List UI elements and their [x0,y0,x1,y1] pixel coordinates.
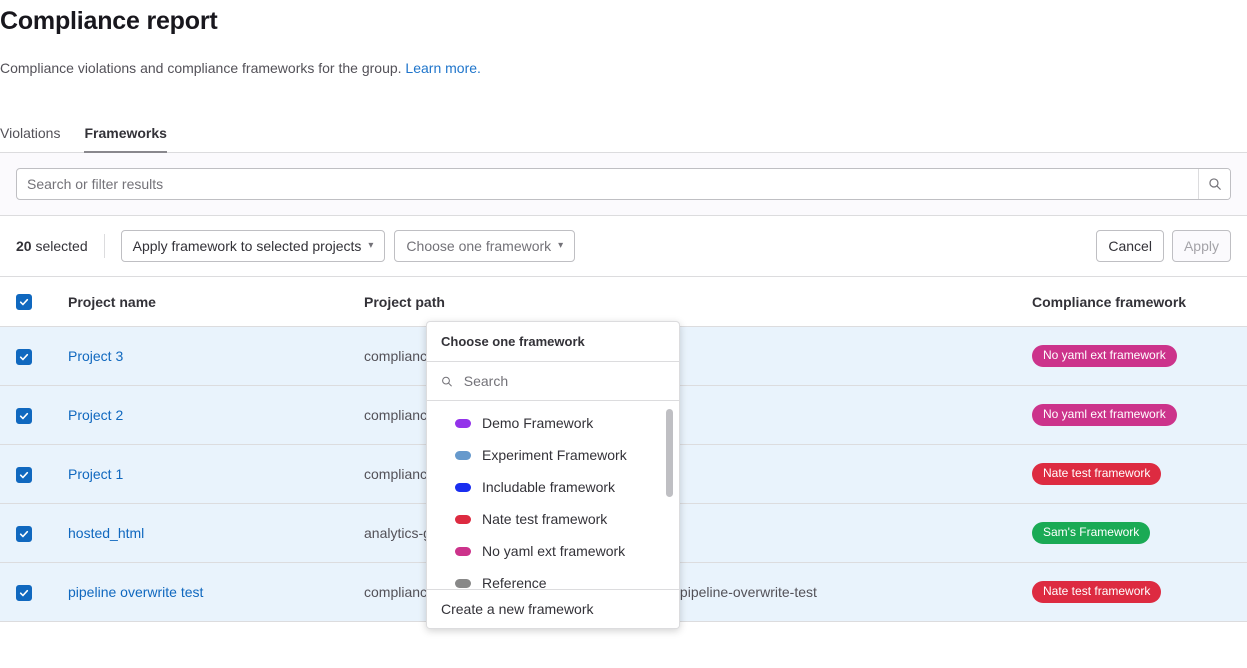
row-checkbox[interactable] [16,349,32,365]
project-name-cell: hosted_html [60,504,356,563]
row-select-cell [0,386,60,445]
project-link[interactable]: pipeline overwrite test [68,584,203,600]
framework-badge: No yaml ext framework [1032,345,1177,367]
compliance-framework-cell: Sam's Framework [1024,504,1247,563]
selected-count-label: selected [35,238,87,254]
compliance-report-page: Compliance report Compliance violations … [0,0,1247,668]
project-link[interactable]: hosted_html [68,525,144,541]
selected-count-number: 20 [16,238,32,254]
search-icon [1208,177,1222,191]
dropdown-title: Choose one framework [427,322,679,362]
page-description: Compliance violations and compliance fra… [0,36,1247,78]
dropdown-scrollbar[interactable] [666,409,673,497]
chevron-down-icon: ▾ [368,241,373,251]
compliance-framework-cell: No yaml ext framework [1024,327,1247,386]
select-all-header [0,277,60,327]
dropdown-option-label: Demo Framework [482,415,593,431]
check-icon [19,470,29,480]
apply-framework-dropdown-label: Apply framework to selected projects [133,238,362,254]
framework-color-swatch [455,419,471,428]
column-header-project-path: Project path [356,277,1024,327]
filter-bar [0,153,1247,216]
check-icon [19,411,29,421]
framework-dropdown-panel: Choose one framework Demo Framework Exper… [426,321,680,629]
row-select-cell [0,327,60,386]
column-header-compliance-framework: Compliance framework [1024,277,1247,327]
row-select-cell [0,563,60,622]
row-checkbox[interactable] [16,467,32,483]
project-name-cell: pipeline overwrite test [60,563,356,622]
framework-badge: Nate test framework [1032,581,1161,603]
search-input[interactable] [17,169,1198,199]
selected-count: 20 selected [16,238,88,254]
dropdown-option-label: Nate test framework [482,511,607,527]
table-header: Project name Project path Compliance fra… [0,277,1247,327]
framework-badge: Nate test framework [1032,463,1161,485]
dropdown-option-label: Reference [482,575,547,589]
framework-color-swatch [455,483,471,492]
action-buttons: Cancel Apply [1096,230,1231,262]
check-icon [19,529,29,539]
project-link[interactable]: Project 1 [68,466,123,482]
framework-color-swatch [455,547,471,556]
tab-violations[interactable]: Violations [0,125,72,152]
dropdown-option-label: No yaml ext framework [482,543,625,559]
dropdown-option[interactable]: Demo Framework [427,407,679,439]
table-header-row: Project name Project path Compliance fra… [0,277,1247,327]
tab-frameworks[interactable]: Frameworks [72,125,178,152]
check-icon [19,352,29,362]
dropdown-search-row [427,362,679,401]
page-title: Compliance report [0,0,1247,36]
column-header-project-name: Project name [60,277,356,327]
choose-framework-dropdown-button[interactable]: Choose one framework ▾ [394,230,575,262]
dropdown-option[interactable]: Experiment Framework [427,439,679,471]
page-description-text: Compliance violations and compliance fra… [0,60,402,76]
cancel-button[interactable]: Cancel [1096,230,1164,262]
compliance-framework-cell: No yaml ext framework [1024,386,1247,445]
project-name-cell: Project 3 [60,327,356,386]
tab-list: Violations Frameworks [0,117,1247,153]
dropdown-option-list[interactable]: Demo Framework Experiment Framework Includ… [427,401,679,589]
select-all-checkbox[interactable] [16,294,32,310]
check-icon [19,297,29,307]
row-checkbox[interactable] [16,408,32,424]
project-link[interactable]: Project 3 [68,348,123,364]
dropdown-option[interactable]: No yaml ext framework [427,535,679,567]
search-bar [16,168,1231,200]
dropdown-option[interactable]: Includable framework [427,471,679,503]
project-name-cell: Project 1 [60,445,356,504]
project-name-cell: Project 2 [60,386,356,445]
search-icon [441,375,453,388]
tab-violations-label: Violations [0,125,60,141]
dropdown-option[interactable]: Nate test framework [427,503,679,535]
learn-more-link[interactable]: Learn more. [405,60,480,76]
row-checkbox[interactable] [16,526,32,542]
framework-color-swatch [455,451,471,460]
dropdown-option[interactable]: Reference [427,567,679,589]
create-new-framework-button[interactable]: Create a new framework [427,589,679,628]
dropdown-option-label: Experiment Framework [482,447,627,463]
compliance-framework-cell: Nate test framework [1024,445,1247,504]
framework-badge: Sam's Framework [1032,522,1150,544]
choose-framework-dropdown-label: Choose one framework [406,238,551,254]
bulk-action-bar: 20 selected Apply framework to selected … [0,216,1247,277]
framework-color-swatch [455,579,471,588]
row-checkbox[interactable] [16,585,32,601]
compliance-framework-cell: Nate test framework [1024,563,1247,622]
row-select-cell [0,504,60,563]
apply-framework-dropdown-button[interactable]: Apply framework to selected projects ▾ [121,230,386,262]
framework-badge: No yaml ext framework [1032,404,1177,426]
apply-button[interactable]: Apply [1172,230,1231,262]
check-icon [19,588,29,598]
dropdown-search-input[interactable] [462,372,665,390]
row-select-cell [0,445,60,504]
divider [104,234,105,258]
chevron-down-icon: ▾ [558,241,563,251]
search-button[interactable] [1198,169,1230,199]
dropdown-option-label: Includable framework [482,479,615,495]
tab-frameworks-label: Frameworks [84,125,166,141]
framework-color-swatch [455,515,471,524]
project-link[interactable]: Project 2 [68,407,123,423]
